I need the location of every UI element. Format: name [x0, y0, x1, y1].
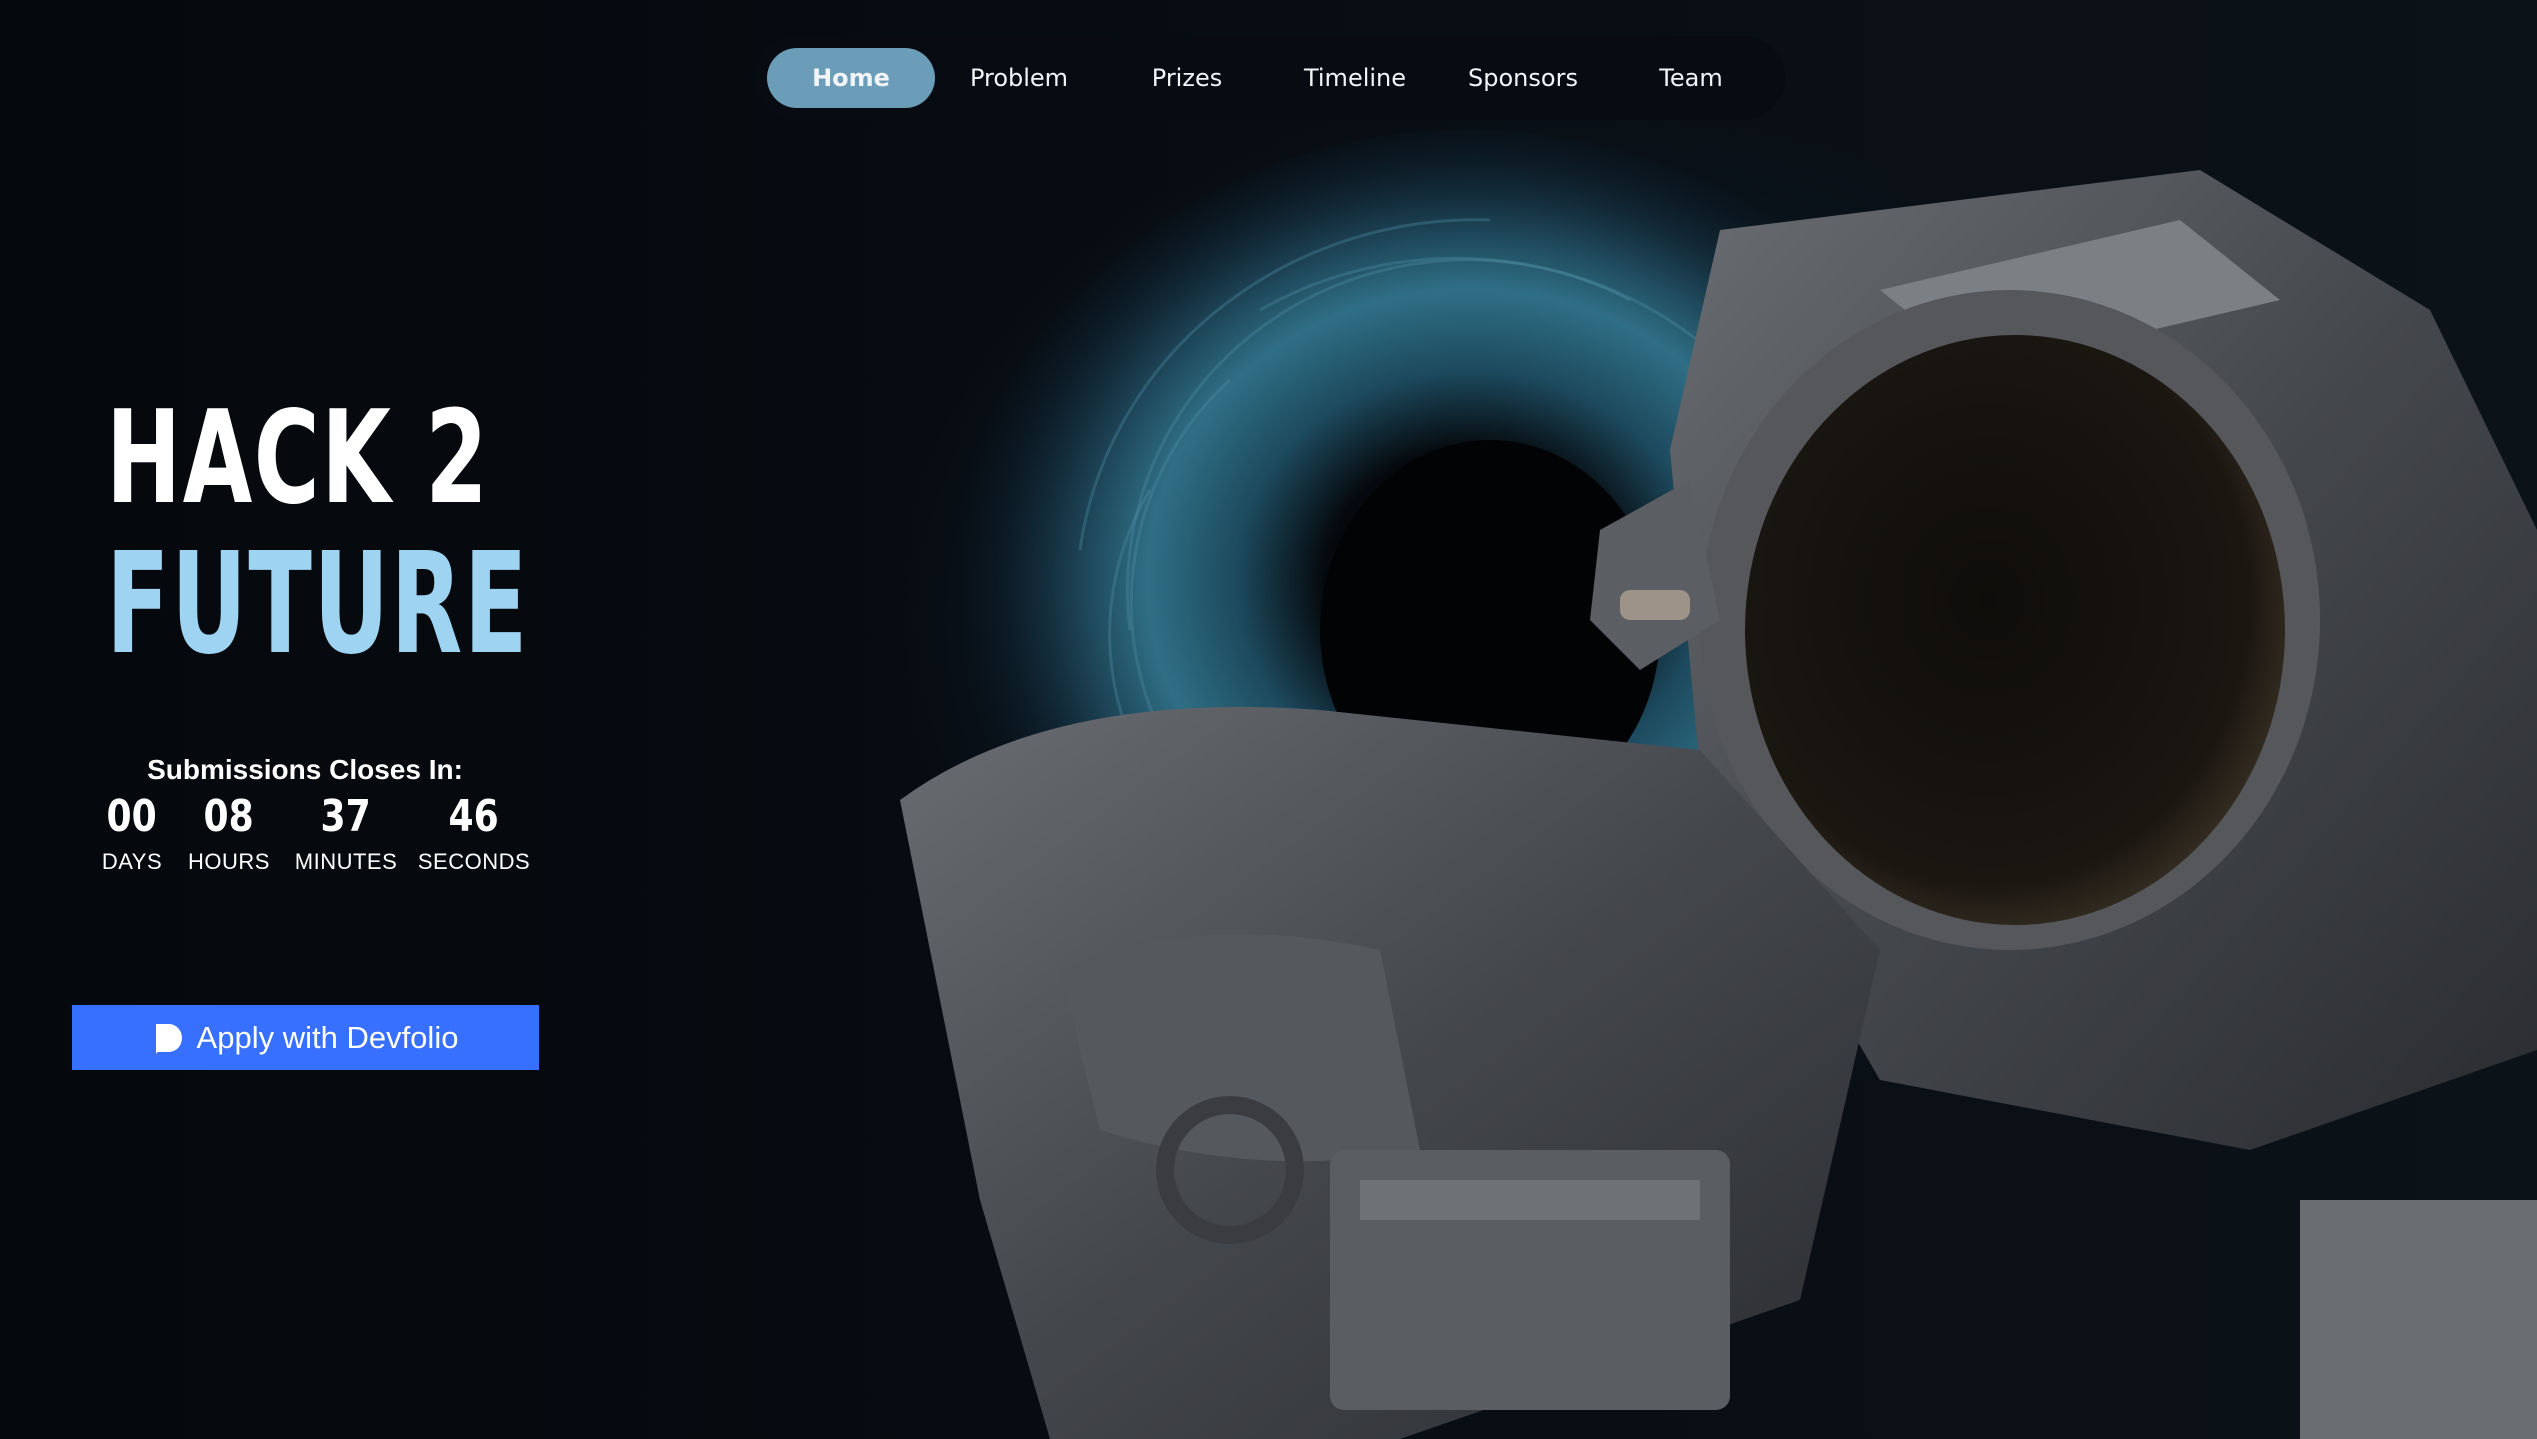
- countdown-unit-label: MINUTES: [294, 849, 398, 874]
- astronaut-image: [900, 170, 2537, 1439]
- devfolio-icon: [155, 1023, 182, 1054]
- countdown-minutes: 37 MINUTES: [288, 795, 404, 875]
- nav-item-timeline[interactable]: Timeline: [1271, 48, 1439, 108]
- nav-item-sponsors[interactable]: Sponsors: [1439, 48, 1607, 108]
- apply-button-label: Apply with Devfolio: [196, 1019, 459, 1055]
- countdown-unit-label: SECONDS: [417, 849, 531, 874]
- countdown-label: Submissions Closes In:: [147, 754, 463, 785]
- countdown-unit-label: HOURS: [188, 849, 270, 874]
- hero-section: Home Problem Prizes Timeline Sponsors Te…: [0, 0, 2537, 1439]
- countdown-timer: 00 DAYS 08 HOURS 37 MINUTES 46 SECONDS: [96, 795, 534, 875]
- title-line-hack: HACK 2: [106, 384, 490, 533]
- countdown-days: 00 DAYS: [96, 795, 168, 875]
- hero-title: HACK 2 FUTURE: [106, 384, 529, 686]
- countdown-value: 00: [106, 791, 158, 842]
- apply-with-devfolio-button[interactable]: Apply with Devfolio: [72, 1005, 539, 1070]
- countdown-seconds: 46 SECONDS: [414, 795, 534, 875]
- countdown-unit-label: DAYS: [101, 849, 163, 874]
- nav-item-home[interactable]: Home: [767, 48, 935, 108]
- nav-item-problem[interactable]: Problem: [935, 48, 1103, 108]
- countdown-hours: 08 HOURS: [178, 795, 280, 875]
- main-nav: Home Problem Prizes Timeline Sponsors Te…: [755, 36, 1785, 120]
- countdown-value: 37: [320, 791, 372, 842]
- title-line-future: FUTURE: [106, 523, 529, 686]
- nav-item-team[interactable]: Team: [1607, 48, 1775, 108]
- nav-item-prizes[interactable]: Prizes: [1103, 48, 1271, 108]
- countdown-value: 46: [448, 791, 500, 842]
- countdown-value: 08: [203, 791, 255, 842]
